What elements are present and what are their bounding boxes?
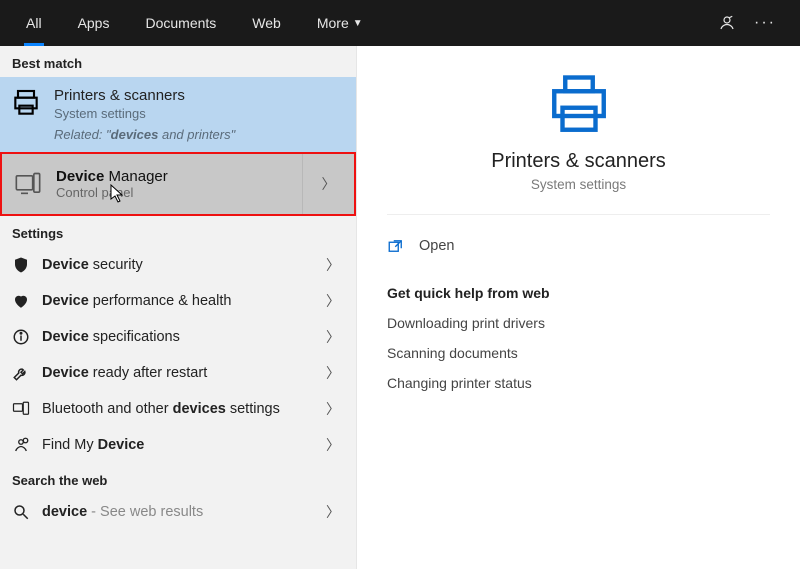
tab-all[interactable]: All	[8, 0, 60, 46]
settings-item-label: Device ready after restart	[42, 365, 207, 381]
best-match-item[interactable]: Printers & scanners System settings Rela…	[0, 77, 356, 152]
tab-label: Documents	[145, 15, 216, 31]
best-match-header: Best match	[0, 46, 356, 77]
settings-item-find-my-device[interactable]: Find My Device 〉	[0, 427, 356, 463]
divider	[387, 214, 770, 215]
open-label: Open	[419, 238, 454, 254]
chevron-right-icon: 〉	[326, 291, 340, 311]
preview-icon-wrap	[387, 72, 770, 138]
device-manager-subtitle: Control panel	[56, 185, 168, 200]
printer-icon	[10, 87, 42, 119]
tab-documents[interactable]: Documents	[127, 0, 234, 46]
best-match-title: Printers & scanners	[54, 85, 344, 104]
wrench-icon	[12, 364, 30, 382]
open-icon	[387, 237, 405, 255]
quick-link-print-drivers[interactable]: Downloading print drivers	[387, 315, 770, 331]
best-match-related: Related: "devices and printers"	[54, 127, 344, 142]
settings-header: Settings	[0, 216, 356, 247]
device-manager-item[interactable]: Device Manager Control panel 〉	[0, 152, 356, 216]
preview-subtitle: System settings	[387, 177, 770, 192]
search-web-item[interactable]: device - See web results 〉	[0, 494, 356, 530]
heart-icon	[12, 292, 30, 310]
person-pin-icon	[12, 436, 30, 454]
preview-title: Printers & scanners	[387, 150, 770, 173]
chevron-right-icon: 〉	[326, 327, 340, 347]
open-action[interactable]: Open	[387, 237, 770, 255]
best-match-subtitle: System settings	[54, 106, 344, 121]
settings-item-label: Device specifications	[42, 329, 180, 345]
devices-icon	[12, 400, 30, 418]
header-actions: ···	[718, 14, 792, 32]
header-bar: All Apps Documents Web More ▼ ···	[0, 0, 800, 46]
chevron-right-icon: 〉	[326, 363, 340, 383]
chevron-right-icon: 〉	[326, 399, 340, 419]
left-pane: Best match Printers & scanners System se…	[0, 46, 357, 569]
info-icon	[12, 328, 30, 346]
search-icon	[12, 503, 30, 521]
search-web-header: Search the web	[0, 463, 356, 494]
tab-label: More	[317, 15, 349, 31]
tab-label: All	[26, 15, 42, 31]
tab-label: Apps	[78, 15, 110, 31]
chevron-down-icon: ▼	[353, 18, 363, 29]
shield-icon	[12, 256, 30, 274]
tab-apps[interactable]: Apps	[60, 0, 128, 46]
settings-item-device-security[interactable]: Device security 〉	[0, 247, 356, 283]
settings-item-label: Device security	[42, 257, 143, 273]
quick-link-printer-status[interactable]: Changing printer status	[387, 375, 770, 391]
device-manager-title: Device Manager	[56, 168, 168, 185]
printer-icon	[546, 72, 612, 138]
settings-item-label: Device performance & health	[42, 293, 231, 309]
tab-label: Web	[252, 15, 281, 31]
chevron-right-icon: 〉	[322, 174, 336, 194]
tab-web[interactable]: Web	[234, 0, 299, 46]
settings-item-device-ready[interactable]: Device ready after restart 〉	[0, 355, 356, 391]
tab-more[interactable]: More ▼	[299, 0, 381, 46]
expand-button[interactable]: 〉	[302, 154, 354, 214]
device-manager-icon	[14, 170, 42, 198]
settings-item-label: Bluetooth and other devices settings	[42, 401, 280, 417]
search-web-label: device - See web results	[42, 504, 203, 520]
header-tabs: All Apps Documents Web More ▼	[8, 0, 381, 46]
chevron-right-icon: 〉	[326, 255, 340, 275]
feedback-icon[interactable]	[718, 14, 736, 32]
more-options-icon[interactable]: ···	[756, 14, 774, 32]
quick-help-title: Get quick help from web	[387, 285, 770, 301]
chevron-right-icon: 〉	[326, 502, 340, 522]
chevron-right-icon: 〉	[326, 435, 340, 455]
settings-item-device-specifications[interactable]: Device specifications 〉	[0, 319, 356, 355]
settings-item-label: Find My Device	[42, 437, 144, 453]
settings-item-device-performance[interactable]: Device performance & health 〉	[0, 283, 356, 319]
right-pane: Printers & scanners System settings Open…	[357, 46, 800, 569]
settings-item-bluetooth-devices[interactable]: Bluetooth and other devices settings 〉	[0, 391, 356, 427]
quick-link-scanning[interactable]: Scanning documents	[387, 345, 770, 361]
